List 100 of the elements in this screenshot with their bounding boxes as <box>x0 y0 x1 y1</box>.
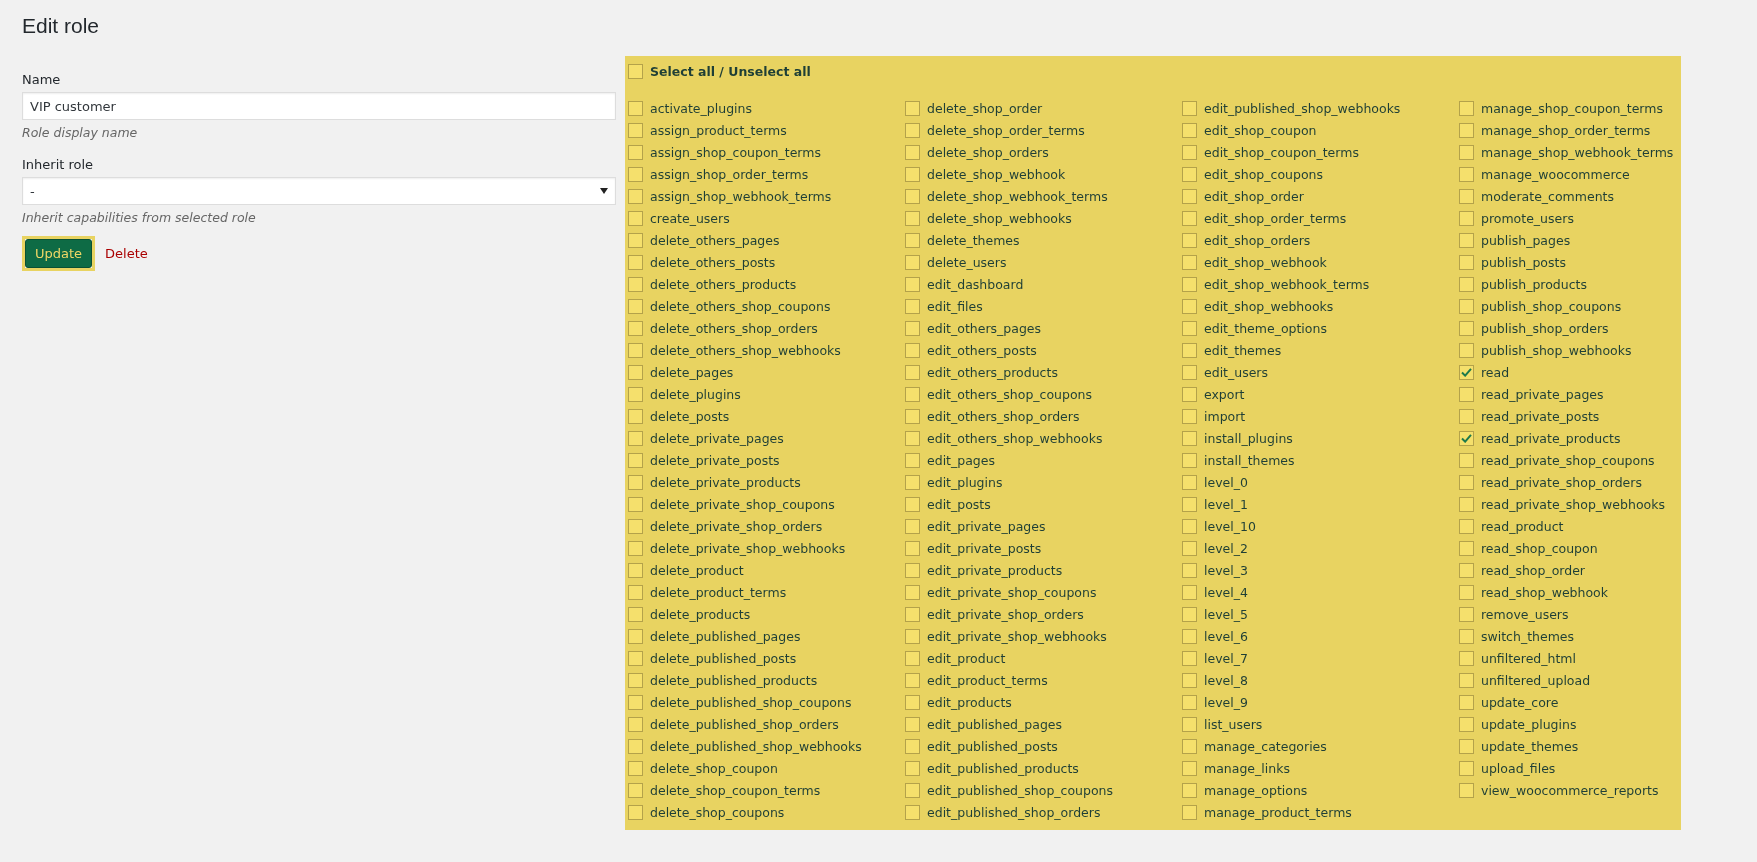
capability-label[interactable]: edit_private_shop_orders <box>927 606 1084 622</box>
checkbox[interactable] <box>905 782 920 798</box>
capability-label[interactable]: assign_shop_webhook_terms <box>650 189 832 205</box>
capability-label[interactable]: read_private_posts <box>1481 409 1600 425</box>
capability-label[interactable]: read <box>1481 365 1510 381</box>
checkbox[interactable] <box>905 409 920 425</box>
capability-label[interactable]: level_10 <box>1204 519 1256 534</box>
checkbox[interactable] <box>1459 387 1474 403</box>
capability-label[interactable]: delete_pages <box>650 365 734 381</box>
capability-label[interactable]: remove_users <box>1481 606 1569 622</box>
checkbox[interactable] <box>905 628 920 644</box>
checkbox[interactable] <box>905 606 920 622</box>
checkbox[interactable] <box>905 343 920 359</box>
checkbox[interactable] <box>1459 519 1474 534</box>
checkbox[interactable] <box>1459 628 1474 644</box>
capability-label[interactable]: list_users <box>1204 716 1263 732</box>
capability-label[interactable]: manage_woocommerce <box>1481 167 1630 183</box>
capability-label[interactable]: delete_others_shop_coupons <box>650 299 831 315</box>
capability-label[interactable]: publish_shop_coupons <box>1481 299 1622 315</box>
capability-label[interactable]: edit_others_posts <box>927 343 1037 359</box>
capability-label[interactable]: delete_users <box>927 255 1007 271</box>
checkbox[interactable] <box>1459 299 1474 315</box>
checkbox[interactable] <box>905 211 920 227</box>
checkbox[interactable] <box>905 453 920 469</box>
capability-label[interactable]: edit_products <box>927 694 1012 710</box>
checkbox[interactable] <box>905 475 920 491</box>
checkbox[interactable] <box>1459 453 1474 469</box>
capability-label[interactable]: edit_shop_coupon_terms <box>1204 145 1359 161</box>
capability-label[interactable]: edit_product_terms <box>927 672 1048 688</box>
capability-label[interactable]: edit_others_shop_coupons <box>927 387 1093 403</box>
checkbox[interactable] <box>1182 650 1197 666</box>
capability-label[interactable]: edit_shop_webhook_terms <box>1204 277 1370 293</box>
checkbox[interactable] <box>1182 519 1197 534</box>
capability-label[interactable]: delete_private_products <box>650 475 801 491</box>
checkbox[interactable] <box>905 738 920 754</box>
capability-label[interactable]: delete_published_products <box>650 672 818 688</box>
checkbox[interactable] <box>1459 233 1474 249</box>
capability-label[interactable]: assign_shop_coupon_terms <box>650 145 821 161</box>
checkbox[interactable] <box>905 672 920 688</box>
checkbox[interactable] <box>628 782 643 798</box>
checkbox[interactable] <box>1182 299 1197 315</box>
capability-label[interactable]: edit_plugins <box>927 475 1003 491</box>
checkbox[interactable] <box>628 299 643 315</box>
capability-label[interactable]: delete_shop_coupon_terms <box>650 782 821 798</box>
checkbox[interactable] <box>1459 650 1474 666</box>
checkbox[interactable] <box>1459 606 1474 622</box>
capability-label[interactable]: edit_published_shop_webhooks <box>1204 101 1401 117</box>
capability-label[interactable]: delete_private_shop_webhooks <box>650 541 846 556</box>
checkbox[interactable] <box>628 694 643 710</box>
capability-label[interactable]: upload_files <box>1481 760 1556 776</box>
checkbox[interactable] <box>628 167 643 183</box>
capability-label[interactable]: edit_theme_options <box>1204 321 1327 337</box>
capability-label[interactable]: edit_published_products <box>927 760 1079 776</box>
capability-label[interactable]: delete_others_posts <box>650 255 776 271</box>
capability-label[interactable]: read_private_pages <box>1481 387 1604 403</box>
capability-label[interactable]: level_7 <box>1204 650 1248 666</box>
checkbox[interactable] <box>1459 343 1474 359</box>
checkbox[interactable] <box>1182 255 1197 271</box>
capability-label[interactable]: view_woocommerce_reports <box>1481 782 1659 798</box>
capability-label[interactable]: update_themes <box>1481 738 1579 754</box>
checkbox[interactable] <box>1459 584 1474 600</box>
checkbox[interactable] <box>905 123 920 139</box>
checkbox[interactable] <box>628 497 643 512</box>
capability-label[interactable]: edit_published_shop_coupons <box>927 782 1114 798</box>
checkbox[interactable] <box>1459 409 1474 425</box>
checkbox[interactable] <box>1459 716 1474 732</box>
checkbox[interactable] <box>628 453 643 469</box>
checkbox[interactable] <box>1182 431 1197 447</box>
capability-label[interactable]: edit_private_shop_webhooks <box>927 628 1107 644</box>
checkbox[interactable] <box>1182 628 1197 644</box>
checkbox[interactable] <box>905 365 920 381</box>
capability-label[interactable]: publish_pages <box>1481 233 1571 249</box>
checkbox[interactable] <box>1182 716 1197 732</box>
capability-label[interactable]: read_private_shop_webhooks <box>1481 497 1665 512</box>
checkbox[interactable] <box>628 255 643 271</box>
capability-label[interactable]: edit_dashboard <box>927 277 1024 293</box>
capability-label[interactable]: manage_links <box>1204 760 1290 776</box>
capability-label[interactable]: edit_shop_webhook <box>1204 255 1327 271</box>
checkbox[interactable] <box>1182 189 1197 205</box>
checkbox[interactable] <box>628 519 643 534</box>
capability-label[interactable]: edit_shop_orders <box>1204 233 1311 249</box>
capability-label[interactable]: read_private_products <box>1481 431 1621 447</box>
checkbox[interactable] <box>1182 738 1197 754</box>
capability-label[interactable]: delete_others_products <box>650 277 797 293</box>
checkbox[interactable] <box>905 321 920 337</box>
capability-label[interactable]: delete_others_pages <box>650 233 780 249</box>
capability-label[interactable]: unfiltered_upload <box>1481 672 1591 688</box>
capability-label[interactable]: delete_themes <box>927 233 1020 249</box>
checkbox[interactable] <box>1459 145 1474 161</box>
capability-label[interactable]: edit_others_shop_webhooks <box>927 431 1103 447</box>
capability-label[interactable]: manage_options <box>1204 782 1308 798</box>
capability-label[interactable]: assign_shop_order_terms <box>650 167 809 183</box>
capability-label[interactable]: edit_themes <box>1204 343 1282 359</box>
checkbox[interactable] <box>1182 343 1197 359</box>
capability-label[interactable]: read_shop_webhook <box>1481 584 1608 600</box>
capability-label[interactable]: import <box>1204 409 1246 425</box>
capability-label[interactable]: delete_shop_orders <box>927 145 1049 161</box>
capability-label[interactable]: delete_private_pages <box>650 431 784 447</box>
capability-label[interactable]: delete_others_shop_webhooks <box>650 343 841 359</box>
checkbox[interactable] <box>628 321 643 337</box>
